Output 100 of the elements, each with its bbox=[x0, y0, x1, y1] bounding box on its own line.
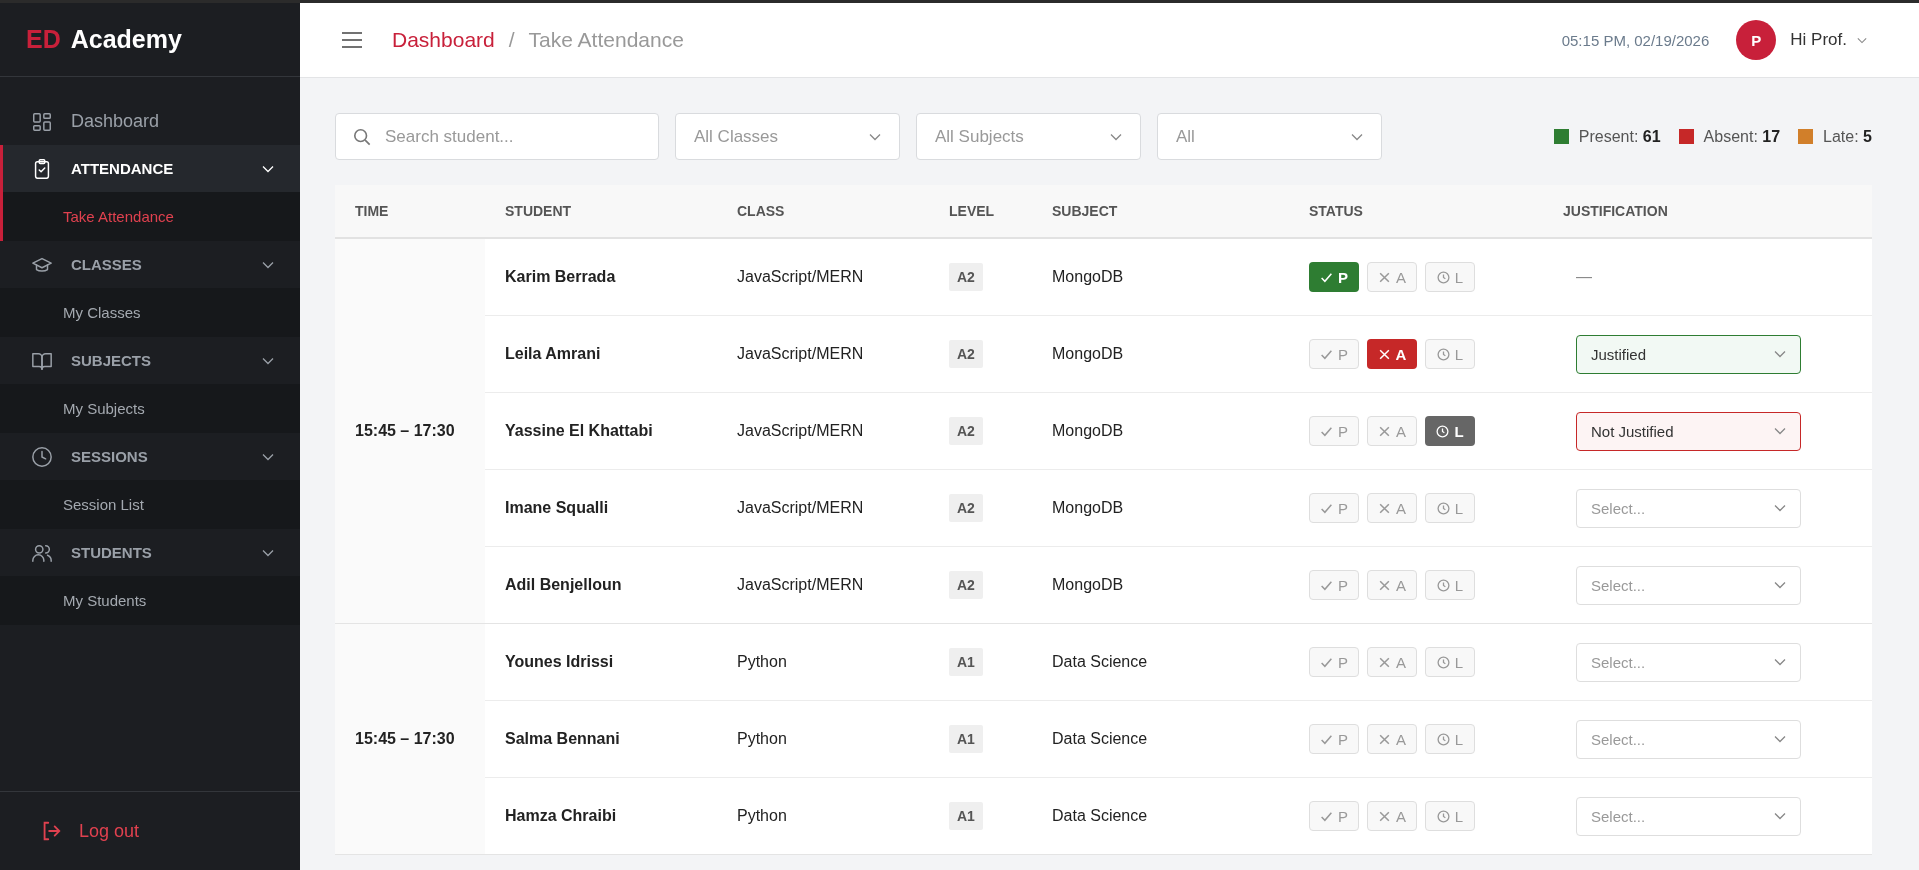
chevron-down-icon bbox=[262, 452, 274, 461]
clock-icon bbox=[1436, 501, 1450, 515]
status-button[interactable]: A bbox=[1367, 724, 1417, 754]
chevron-down-icon bbox=[1857, 36, 1867, 44]
status-button[interactable]: L bbox=[1425, 724, 1475, 754]
nav-subitem[interactable]: My Students bbox=[0, 576, 300, 625]
status-button[interactable]: A bbox=[1367, 801, 1417, 831]
status-button[interactable]: L bbox=[1425, 647, 1475, 677]
subject-cell-text: Data Science bbox=[1051, 730, 1149, 748]
justification-dropdown[interactable]: Select... bbox=[1576, 565, 1801, 605]
level-badge: A2 bbox=[949, 417, 983, 445]
status-button[interactable]: L bbox=[1425, 416, 1475, 446]
stat-label: Present: 61 bbox=[1578, 127, 1661, 146]
menu-icon[interactable] bbox=[342, 32, 362, 48]
level-badge: A2 bbox=[949, 494, 983, 522]
filter-dropdown[interactable]: All bbox=[1157, 113, 1382, 160]
column-header: SUBJECT bbox=[1051, 203, 1119, 219]
status-button[interactable]: P bbox=[1309, 339, 1359, 369]
subject-cell-text: MongoDB bbox=[1051, 345, 1125, 363]
justification-dropdown[interactable]: Select... bbox=[1576, 642, 1801, 682]
justification-dropdown[interactable]: Not Justified bbox=[1576, 411, 1801, 451]
chevron-down-icon bbox=[262, 548, 274, 557]
nav-item[interactable]: ATTENDANCE bbox=[0, 145, 300, 192]
search-icon bbox=[353, 128, 371, 146]
status-button[interactable]: P bbox=[1309, 416, 1359, 446]
cross-icon bbox=[1378, 501, 1391, 515]
stat-label: Absent: 17 bbox=[1703, 127, 1781, 146]
status-button[interactable]: A bbox=[1367, 416, 1417, 446]
chevron-down-icon bbox=[1774, 812, 1786, 820]
class-cell-text: Python bbox=[736, 730, 788, 748]
status-button[interactable]: L bbox=[1425, 339, 1475, 369]
chevron-down-icon bbox=[262, 356, 274, 365]
chevron-down-icon bbox=[262, 260, 274, 269]
student-name: Salma Bennani bbox=[504, 730, 621, 748]
clock-icon bbox=[1436, 809, 1450, 823]
session-time: 15:45 – 17:30 bbox=[355, 422, 455, 440]
class-cell-text: JavaScript/MERN bbox=[736, 345, 865, 363]
clock-icon bbox=[31, 445, 53, 468]
status-button[interactable]: A bbox=[1367, 647, 1417, 677]
column-header: STATUS bbox=[1308, 203, 1364, 219]
cross-icon bbox=[1378, 732, 1391, 746]
session-time: 15:45 – 17:30 bbox=[355, 730, 455, 748]
status-button[interactable]: P bbox=[1309, 724, 1359, 754]
status-button[interactable]: L bbox=[1425, 262, 1475, 292]
student-name: Hamza Chraibi bbox=[504, 807, 618, 825]
status-button[interactable]: L bbox=[1425, 801, 1475, 831]
cross-icon bbox=[1377, 347, 1391, 361]
clock-icon bbox=[1436, 578, 1450, 592]
column-header: TIME bbox=[354, 203, 390, 219]
level-badge: A2 bbox=[949, 263, 983, 291]
justification-dropdown[interactable]: Select... bbox=[1576, 719, 1801, 759]
chevron-down-icon bbox=[1110, 132, 1122, 141]
avatar[interactable]: P bbox=[1736, 20, 1777, 60]
column-header: JUSTIFICATION bbox=[1562, 203, 1669, 219]
nav-subitem[interactable]: My Classes bbox=[0, 288, 300, 337]
search-field[interactable]: Search student... bbox=[335, 113, 659, 160]
student-name: Imane Squalli bbox=[504, 499, 610, 517]
breadcrumb-current: Take Attendance bbox=[528, 28, 684, 52]
status-button[interactable]: P bbox=[1309, 801, 1359, 831]
nav-subitem[interactable]: Take Attendance bbox=[0, 192, 300, 241]
empty-dash: — bbox=[1576, 268, 1592, 285]
chevron-down-icon bbox=[1774, 735, 1786, 743]
nav-subitem[interactable]: Session List bbox=[0, 480, 300, 529]
logout-button[interactable]: Log out bbox=[40, 820, 140, 842]
status-button[interactable]: P bbox=[1309, 493, 1359, 523]
status-button[interactable]: A bbox=[1367, 262, 1417, 292]
student-name: Adil Benjelloun bbox=[504, 576, 623, 594]
logo-mark: ED bbox=[26, 25, 61, 54]
class-cell-text: Python bbox=[736, 653, 788, 671]
justification-dropdown[interactable]: Select... bbox=[1576, 488, 1801, 528]
cross-icon bbox=[1378, 809, 1391, 823]
subject-cell-text: MongoDB bbox=[1051, 499, 1125, 517]
status-button[interactable]: P bbox=[1309, 647, 1359, 677]
breadcrumb-link[interactable]: Dashboard bbox=[392, 28, 495, 52]
nav-subitem[interactable]: My Subjects bbox=[0, 384, 300, 433]
chevron-down-icon bbox=[869, 132, 881, 141]
status-button[interactable]: A bbox=[1367, 570, 1417, 600]
class-cell-text: JavaScript/MERN bbox=[736, 422, 865, 440]
status-button[interactable]: A bbox=[1367, 493, 1417, 523]
status-button[interactable]: L bbox=[1425, 493, 1475, 523]
status-button[interactable]: P bbox=[1309, 570, 1359, 600]
justification-dropdown[interactable]: Select... bbox=[1576, 796, 1801, 836]
chevron-down-icon bbox=[1351, 132, 1363, 141]
column-header: STUDENT bbox=[504, 203, 573, 219]
status-button[interactable]: P bbox=[1309, 262, 1359, 292]
level-badge: A1 bbox=[949, 648, 983, 676]
subject-cell-text: Data Science bbox=[1051, 807, 1149, 825]
student-name: Younes Idrissi bbox=[504, 653, 615, 671]
justification-dropdown[interactable]: Justified bbox=[1576, 334, 1801, 374]
chevron-down-icon bbox=[1774, 658, 1786, 666]
date-time: 05:15 PM, 02/19/2026 bbox=[1561, 31, 1710, 49]
status-button[interactable]: A bbox=[1367, 339, 1417, 369]
status-button[interactable]: L bbox=[1425, 570, 1475, 600]
filter-dropdown[interactable]: All Classes bbox=[675, 113, 900, 160]
filter-dropdown[interactable]: All Subjects bbox=[916, 113, 1141, 160]
cross-icon bbox=[1378, 578, 1391, 592]
cross-icon bbox=[1378, 655, 1391, 669]
column-header: CLASS bbox=[736, 203, 786, 219]
chevron-down-icon bbox=[1774, 427, 1786, 435]
user-menu[interactable]: Hi Prof. bbox=[1790, 30, 1847, 50]
